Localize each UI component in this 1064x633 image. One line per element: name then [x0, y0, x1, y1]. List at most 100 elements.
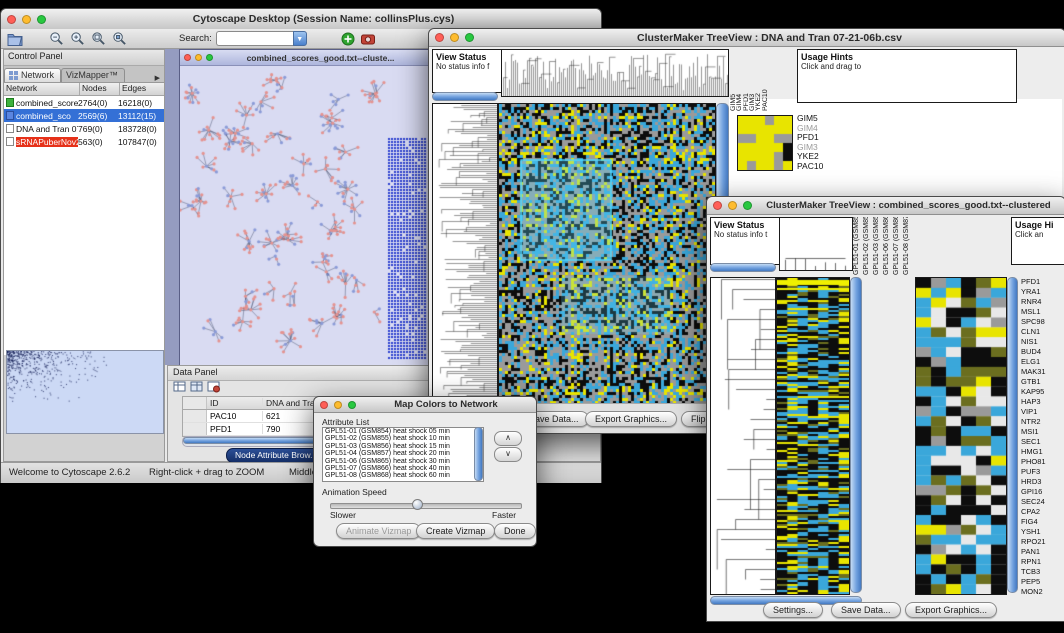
treeview2-mini-hscrollbar[interactable]	[710, 263, 776, 272]
open-folder-icon[interactable]	[7, 32, 23, 46]
attribute-list-vscrollbar[interactable]	[474, 427, 483, 481]
column-label[interactable]: GPL51-06 (GSM865)	[883, 217, 893, 275]
treeview1-zoom-heatmap[interactable]	[737, 115, 793, 171]
gene-label[interactable]: VIP1	[1021, 407, 1063, 417]
gene-label[interactable]: HAP3	[1021, 397, 1063, 407]
close-button[interactable]	[7, 15, 16, 24]
gene-label[interactable]: PAN1	[1021, 547, 1063, 557]
gene-label[interactable]: PHO81	[1021, 457, 1063, 467]
treeview2-row-dendrogram[interactable]	[710, 277, 776, 595]
treeview2-zoom-heatmap[interactable]	[915, 277, 1007, 595]
gene-label[interactable]: CPA2	[1021, 507, 1063, 517]
col-network[interactable]: Network	[4, 83, 80, 95]
network-view-title-bar[interactable]: combined_scores_good.txt--cluste...	[180, 50, 428, 66]
animate-vizmap-button[interactable]: Animate Vizmap	[336, 523, 421, 539]
gene-label[interactable]: SEC24	[1021, 497, 1063, 507]
treeview2-column-dendrogram[interactable]	[779, 217, 853, 271]
move-up-button[interactable]: ∧	[494, 431, 522, 446]
col-edges[interactable]: Edges	[120, 83, 164, 95]
gene-label[interactable]: CLN1	[1021, 327, 1063, 337]
gene-label[interactable]: RPO21	[1021, 537, 1063, 547]
treeview1-mini-hscrollbar[interactable]	[432, 92, 498, 101]
gene-label[interactable]: MSL1	[1021, 307, 1063, 317]
search-input[interactable]	[216, 31, 293, 46]
gene-label[interactable]: PFD1	[1021, 277, 1063, 287]
treeview1-row-dendrogram[interactable]	[432, 103, 498, 405]
treeview2-global-heatmap[interactable]	[776, 277, 850, 595]
treeview2-button[interactable]: Save Data...	[831, 602, 901, 618]
column-label[interactable]: GPL51-08 (GSM872)	[903, 217, 913, 275]
gene-label[interactable]: YRA1	[1021, 287, 1063, 297]
minimize-button[interactable]	[22, 15, 31, 24]
zoom-in-icon[interactable]	[70, 31, 85, 46]
gene-label[interactable]: SEC1	[1021, 437, 1063, 447]
dialog-title-bar[interactable]: Map Colors to Network	[314, 397, 536, 413]
network-row[interactable]: combined_scores 2764(0) 16218(0)	[4, 96, 164, 109]
attribute-item[interactable]: GPL51-02 (GSM855) heat shock 10 min	[323, 435, 483, 442]
attribute-item[interactable]: GPL51-08 (GSM868) heat shock 60 min	[323, 472, 483, 479]
attribute-item[interactable]: GPL51-04 (GSM857) heat shock 20 min	[323, 450, 483, 457]
dialog-maximize-button[interactable]	[348, 401, 356, 409]
gene-label[interactable]: PUF3	[1021, 467, 1063, 477]
gene-label[interactable]: RNR4	[1021, 297, 1063, 307]
annotation-add-icon[interactable]	[341, 32, 355, 46]
network-view-maximize-button[interactable]	[206, 54, 213, 61]
done-button[interactable]: Done	[494, 523, 536, 539]
gene-label[interactable]: SPC98	[1021, 317, 1063, 327]
column-label[interactable]: GIM4	[736, 49, 742, 111]
treeview1-heatmap[interactable]	[498, 103, 716, 405]
treeview1-column-dendrogram[interactable]	[501, 49, 729, 97]
gene-label[interactable]: ELG1	[1021, 357, 1063, 367]
treeview2-button[interactable]: Settings...	[763, 602, 823, 618]
treeview2-minimize-button[interactable]	[728, 201, 737, 210]
zoom-out-icon[interactable]	[49, 31, 64, 46]
gene-label[interactable]: BUD4	[1021, 347, 1063, 357]
animation-speed-slider-track[interactable]	[330, 503, 522, 509]
treeview2-title-bar[interactable]: ClusterMaker TreeView : combined_scores_…	[707, 197, 1064, 215]
attribute-listbox[interactable]: GPL51-01 (GSM854) heat shock 05 minGPL51…	[322, 427, 484, 482]
gene-label[interactable]: NIS1	[1021, 337, 1063, 347]
network-overview-thumbnail[interactable]	[7, 351, 163, 433]
gene-label[interactable]: MSI1	[1021, 427, 1063, 437]
column-label[interactable]: GPL51-01 (GSM854)	[853, 217, 863, 275]
col-id[interactable]: ID	[207, 398, 263, 408]
main-title-bar[interactable]: Cytoscape Desktop (Session Name: collins…	[1, 9, 601, 30]
column-label[interactable]: GPL51-02 (GSM855)	[863, 217, 873, 275]
column-label[interactable]: GPL51-03 (GSM856)	[873, 217, 883, 275]
treeview2-global-vscrollbar[interactable]	[850, 277, 862, 593]
network-canvas[interactable]	[180, 66, 428, 365]
network-row[interactable]: DNA and Tran 07 769(0) 183728(0)	[4, 122, 164, 135]
gene-label[interactable]: YSH1	[1021, 527, 1063, 537]
treeview2-zoom-vscrollbar[interactable]	[1007, 277, 1018, 593]
dialog-minimize-button[interactable]	[334, 401, 342, 409]
treeview2-button[interactable]: Export Graphics...	[905, 602, 997, 618]
gene-label[interactable]: RPN1	[1021, 557, 1063, 567]
gene-label[interactable]: MON2	[1021, 587, 1063, 597]
gene-label[interactable]: GTB1	[1021, 377, 1063, 387]
tab-vizmapper[interactable]: VizMapper™	[61, 68, 125, 82]
gene-label[interactable]: TCB3	[1021, 567, 1063, 577]
treeview1-close-button[interactable]	[435, 33, 444, 42]
gene-label[interactable]: PAC10	[797, 162, 823, 172]
dialog-close-button[interactable]	[320, 401, 328, 409]
gene-label[interactable]: MAK31	[1021, 367, 1063, 377]
network-row[interactable]: sRNAPuberNov2 563(0) 107847(0)	[4, 135, 164, 148]
network-view-close-button[interactable]	[184, 54, 191, 61]
gene-label[interactable]: HRD3	[1021, 477, 1063, 487]
maximize-button[interactable]	[37, 15, 46, 24]
gene-label[interactable]: FIG4	[1021, 517, 1063, 527]
gene-label[interactable]: GPI16	[1021, 487, 1063, 497]
create-vizmap-button[interactable]: Create Vizmap	[416, 523, 495, 539]
treeview1-maximize-button[interactable]	[465, 33, 474, 42]
network-row[interactable]: combined_sco 2569(6) 13112(15)	[4, 109, 164, 122]
attribute-item[interactable]: GPL51-01 (GSM854) heat shock 05 min	[323, 428, 483, 435]
network-view-minimize-button[interactable]	[195, 54, 202, 61]
column-label[interactable]: GPL51-07 (GSM866)	[893, 217, 903, 275]
tab-network[interactable]: Network	[4, 68, 61, 82]
animation-speed-slider-thumb[interactable]	[412, 499, 423, 510]
treeview1-button[interactable]: Export Graphics...	[585, 411, 677, 427]
snapshot-icon[interactable]	[361, 33, 375, 45]
attribute-item[interactable]: GPL51-07 (GSM866) heat shock 40 min	[323, 465, 483, 472]
move-down-button[interactable]: ∨	[494, 447, 522, 462]
column-label[interactable]: YKE2	[755, 49, 761, 111]
